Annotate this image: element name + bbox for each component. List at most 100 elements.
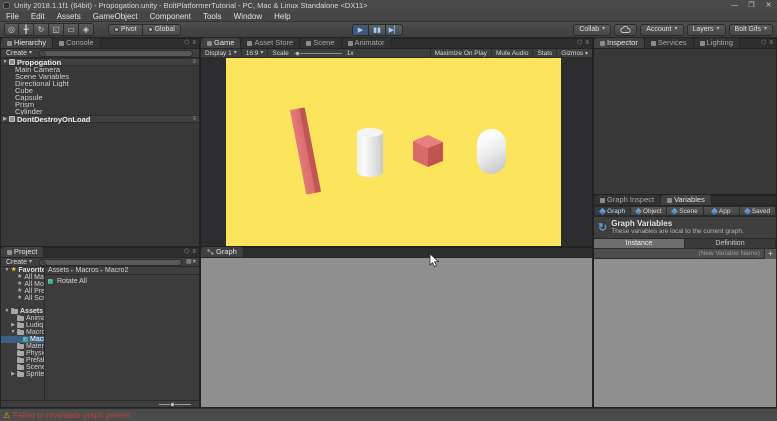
scope-button-saved[interactable]: Saved	[740, 206, 776, 216]
panel-menu-icon[interactable]: ≡	[192, 247, 196, 257]
menu-item-help[interactable]: Help	[268, 11, 296, 22]
tab-console[interactable]: Console	[53, 38, 101, 48]
game-button-stats[interactable]: Stats	[532, 49, 556, 58]
account-dropdown[interactable]: Account▾	[640, 24, 683, 36]
project-tree-item-all-models[interactable]: ★All Models	[1, 281, 44, 288]
project-tree-item-all-materials[interactable]: ★All Materials	[1, 274, 44, 281]
lock-icon[interactable]: ⬡	[761, 38, 766, 48]
scope-button-scene[interactable]: Scene	[667, 206, 703, 216]
asset-zoom-knob[interactable]	[170, 402, 175, 407]
scope-button-object[interactable]: Object	[631, 206, 667, 216]
hierarchy-item-cube[interactable]: Cube	[1, 87, 199, 94]
project-tree-item-assets[interactable]: ▼Assets	[1, 308, 44, 315]
layout-dropdown[interactable]: Bolt Gifs▾	[729, 24, 773, 36]
panel-menu-icon[interactable]: ≡	[585, 38, 589, 48]
add-variable-button[interactable]: +	[764, 249, 776, 259]
tab-services[interactable]: Services	[645, 38, 694, 48]
status-bar[interactable]: ⚠ Failed to revalidate graph pointer:	[0, 408, 777, 421]
asset-item-rotate-all[interactable]: Rotate All	[48, 278, 87, 285]
new-variable-input[interactable]: (New Variable Name)	[594, 250, 764, 257]
menu-item-gameobject[interactable]: GameObject	[87, 11, 144, 22]
project-tree-item-macro2[interactable]: Macro2	[1, 336, 44, 343]
pause-button[interactable]: ▮▮	[369, 24, 386, 36]
mode-tab-instance[interactable]: Instance	[594, 239, 685, 248]
game-button-maximize-on-play[interactable]: Maximize On Play	[430, 49, 491, 58]
menu-item-edit[interactable]: Edit	[25, 11, 51, 22]
foldout-arrow-icon[interactable]: ▶	[9, 322, 17, 329]
scene-header-propogation[interactable]: ▼Propogation≡	[1, 58, 199, 66]
lock-icon[interactable]: ⬡	[184, 38, 189, 48]
hierarchy-create-button[interactable]: Create▾	[3, 49, 35, 58]
collab-dropdown[interactable]: Collab▾	[573, 24, 611, 36]
game-button-mute-audio[interactable]: Mute Audio	[491, 49, 533, 58]
project-tree-item-macros[interactable]: ▼Macros	[1, 329, 44, 336]
foldout-arrow-icon[interactable]: ▼	[9, 329, 17, 336]
breadcrumb-segment[interactable]: Macros	[76, 267, 99, 274]
hierarchy-item-main-camera[interactable]: Main Camera	[1, 66, 199, 73]
project-tree-item-scenes[interactable]: Scenes	[1, 364, 44, 371]
project-tree-item-favorites[interactable]: ▼★Favorites	[1, 267, 44, 274]
scale-slider[interactable]	[294, 53, 342, 54]
search-by-label-icon[interactable]: ★	[192, 257, 197, 267]
project-tree-item-all-scripts[interactable]: ★All Scripts	[1, 295, 44, 302]
hand-tool-button[interactable]: ◎	[4, 23, 19, 36]
mode-tab-definition[interactable]: Definition	[685, 239, 776, 248]
hierarchy-item-directional-light[interactable]: Directional Light	[1, 80, 199, 87]
menu-item-assets[interactable]: Assets	[51, 11, 87, 22]
menu-item-component[interactable]: Component	[144, 11, 197, 22]
pivot-button[interactable]: Pivot	[108, 24, 143, 36]
menu-item-tools[interactable]: Tools	[197, 11, 228, 22]
lock-icon[interactable]: ⬡	[184, 247, 189, 257]
tab-scene[interactable]: Scene	[300, 38, 341, 48]
lock-icon[interactable]: ⬡	[577, 38, 582, 48]
breadcrumb-segment[interactable]: Macro2	[105, 267, 128, 274]
project-tree-item-materials[interactable]: Materials	[1, 343, 44, 350]
project-search-input[interactable]	[39, 259, 182, 266]
hierarchy-item-prism[interactable]: Prism	[1, 101, 199, 108]
tab-game[interactable]: Game	[201, 38, 241, 48]
layers-dropdown[interactable]: Layers▾	[687, 24, 726, 36]
asset-zoom-slider[interactable]	[159, 404, 191, 405]
tab-animator[interactable]: Animator	[342, 38, 392, 48]
scope-button-graph[interactable]: Graph	[594, 206, 631, 216]
tab-variables[interactable]: Variables	[661, 195, 712, 205]
transform-tool-button[interactable]: ◈	[79, 23, 94, 36]
hierarchy-item-scene-variables[interactable]: Scene Variables	[1, 73, 199, 80]
rotate-tool-button[interactable]: ↻	[34, 23, 49, 36]
scale-slider-knob[interactable]	[295, 51, 300, 56]
close-button[interactable]: ✕	[760, 0, 777, 11]
menu-item-file[interactable]: File	[0, 11, 25, 22]
foldout-arrow-icon[interactable]: ▼	[3, 267, 11, 274]
game-button-gizmos[interactable]: Gizmos ▾	[556, 49, 592, 58]
breadcrumb-segment[interactable]: Assets	[48, 267, 69, 274]
scale-tool-button[interactable]: ◱	[49, 23, 64, 36]
tab-inspector[interactable]: Inspector	[594, 38, 645, 48]
tab-hierarchy[interactable]: Hierarchy	[1, 38, 53, 48]
maximize-button[interactable]: ❐	[743, 0, 760, 11]
project-create-button[interactable]: Create▾	[3, 258, 35, 267]
foldout-arrow-icon[interactable]: ▶	[1, 116, 9, 122]
aspect-dropdown[interactable]: 16:9▾	[242, 49, 269, 58]
tab-graph-inspect[interactable]: Graph Inspect	[594, 195, 661, 205]
panel-menu-icon[interactable]: ≡	[192, 38, 196, 48]
foldout-arrow-icon[interactable]: ▼	[3, 308, 11, 315]
menu-item-window[interactable]: Window	[228, 11, 268, 22]
scene-header-dontdestroyonload[interactable]: ▶DontDestroyOnLoad≡	[1, 115, 199, 123]
hierarchy-item-capsule[interactable]: Capsule	[1, 94, 199, 101]
panel-menu-icon[interactable]: ≡	[769, 38, 773, 48]
foldout-arrow-icon[interactable]: ▶	[9, 371, 17, 378]
foldout-arrow-icon[interactable]: ▼	[1, 59, 9, 65]
global-button[interactable]: Global	[143, 24, 181, 36]
play-button[interactable]: ▶	[352, 24, 369, 36]
project-tree-item-all-prefabs[interactable]: ★All Prefabs	[1, 288, 44, 295]
project-tree-item-sprites[interactable]: ▶Sprites	[1, 371, 44, 378]
tab-lighting[interactable]: Lighting	[694, 38, 740, 48]
cloud-button[interactable]	[614, 24, 637, 36]
scene-context-icon[interactable]: ≡	[192, 116, 196, 122]
tab-asset-store[interactable]: Asset Store	[241, 38, 300, 48]
hierarchy-search-input[interactable]	[39, 50, 193, 57]
move-tool-button[interactable]: ╋	[19, 23, 34, 36]
project-tree-item-animations[interactable]: Animations	[1, 315, 44, 322]
minimize-button[interactable]: —	[726, 0, 743, 11]
rect-tool-button[interactable]: ▭	[64, 23, 79, 36]
